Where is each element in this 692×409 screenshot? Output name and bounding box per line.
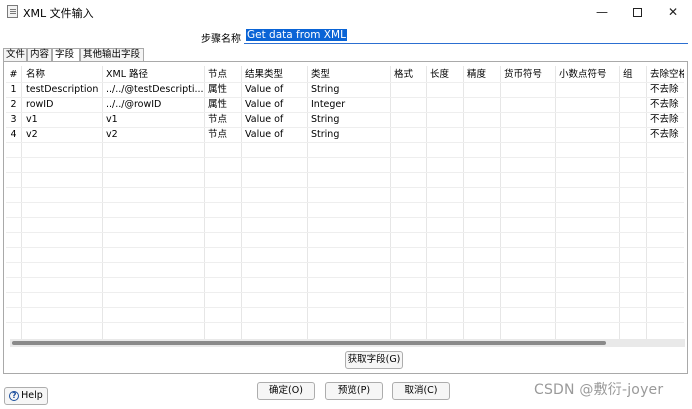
table-cell-xml-path[interactable]: ../../@testDescripti... [106, 83, 204, 97]
table-cell-result-type[interactable]: Value of [245, 98, 307, 112]
column-header-precision: 精度 [467, 69, 487, 80]
table-cell-type[interactable]: String [311, 83, 390, 97]
table-cell-result-type[interactable]: Value of [245, 113, 307, 127]
table-cell-node[interactable]: 属性 [208, 98, 241, 112]
table-cell-xml-path[interactable]: v1 [106, 113, 204, 127]
table-cell-node[interactable]: 节点 [208, 113, 241, 127]
title-bar: XML 文件输入 — ✕ [0, 0, 692, 24]
table-row-index: 2 [10, 99, 17, 110]
close-button[interactable]: ✕ [650, 0, 692, 24]
table-cell-trim[interactable]: 不去除 [650, 83, 684, 97]
table-cell-type[interactable]: String [311, 113, 390, 127]
tab-other-output-fields[interactable]: 其他输出字段 [80, 48, 144, 62]
table-row-index: 1 [10, 84, 17, 95]
column-header-decimal: 小数点符号 [559, 69, 607, 80]
table-cell-node[interactable]: 属性 [208, 83, 241, 97]
column-header-trim: 去除空格 [650, 69, 684, 80]
close-icon: ✕ [667, 5, 679, 19]
column-header-type: 类型 [311, 69, 331, 80]
column-header-name: 名称 [26, 69, 46, 80]
minimize-icon: — [596, 5, 608, 19]
table-cell-trim[interactable]: 不去除 [650, 113, 684, 127]
table-cell-trim[interactable]: 不去除 [650, 98, 684, 112]
cancel-button[interactable]: 取消(C) [392, 382, 450, 400]
ok-button[interactable]: 确定(O) [257, 382, 315, 400]
help-icon: ? [9, 390, 20, 401]
table-cell-name[interactable]: rowID [26, 98, 102, 112]
step-name-input[interactable]: Get data from XML [244, 28, 688, 44]
table-cell-name[interactable]: testDescription [26, 83, 102, 97]
column-header-node: 节点 [208, 69, 228, 80]
maximize-icon [632, 8, 642, 17]
column-header-result-type: 结果类型 [245, 69, 284, 80]
help-button[interactable]: ? Help [4, 387, 48, 405]
table-cell-node[interactable]: 节点 [208, 128, 241, 142]
column-header-length: 长度 [430, 69, 450, 80]
table-cell-xml-path[interactable]: ../../@rowID [106, 98, 204, 112]
tab-file[interactable]: 文件 [3, 48, 27, 62]
preview-button[interactable]: 预览(P) [325, 382, 383, 400]
step-name-label: 步骤名称 [201, 34, 241, 45]
column-header-index: # [9, 69, 18, 80]
table-cell-name[interactable]: v2 [26, 128, 102, 142]
table-cell-result-type[interactable]: Value of [245, 128, 307, 142]
get-fields-button[interactable]: 获取字段(G) [345, 351, 403, 369]
column-header-format: 格式 [394, 69, 414, 80]
column-header-group: 组 [623, 69, 633, 80]
tab-content[interactable]: 内容 [27, 48, 52, 62]
column-header-xml-path: XML 路径 [106, 69, 149, 80]
window-title: XML 文件输入 [23, 7, 94, 20]
fields-table[interactable]: # 名称 XML 路径 节点 结果类型 类型 格式 长度 精度 货币符号 小数点… [6, 66, 684, 346]
column-header-currency: 货币符号 [504, 69, 543, 80]
table-row-index: 4 [10, 129, 17, 140]
horizontal-scrollbar-thumb[interactable] [12, 341, 606, 345]
table-cell-type[interactable]: Integer [311, 98, 390, 112]
table-cell-result-type[interactable]: Value of [245, 83, 307, 97]
table-cell-xml-path[interactable]: v2 [106, 128, 204, 142]
table-cell-type[interactable]: String [311, 128, 390, 142]
table-cell-name[interactable]: v1 [26, 113, 102, 127]
table-cell-trim[interactable]: 不去除 [650, 128, 684, 142]
step-name-value: Get data from XML [246, 29, 347, 41]
table-row-index: 3 [10, 114, 17, 125]
document-icon [7, 5, 18, 18]
watermark: CSDN @敷衍-joyer [534, 382, 664, 398]
help-label: Help [21, 390, 43, 401]
